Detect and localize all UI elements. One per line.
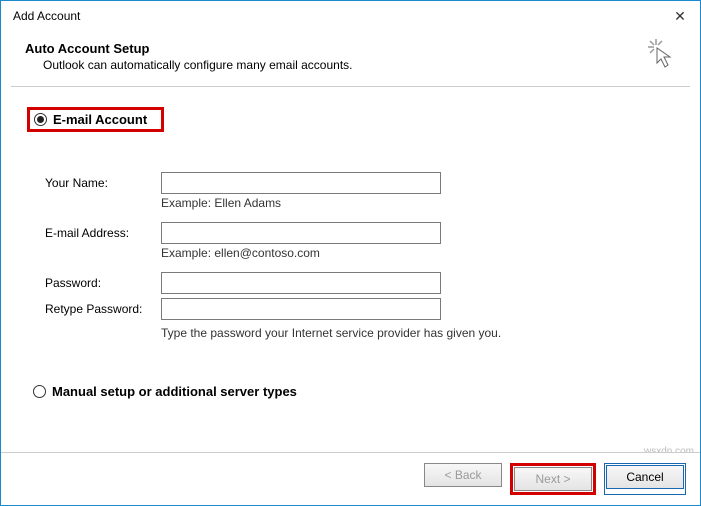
email-account-option[interactable]: E-mail Account	[27, 107, 164, 132]
email-account-label: E-mail Account	[53, 112, 147, 127]
manual-setup-label: Manual setup or additional server types	[52, 384, 297, 399]
wizard-body: E-mail Account Your Name: Example: Ellen…	[1, 87, 700, 413]
cursor-sparkle-icon	[646, 37, 678, 69]
email-label: E-mail Address:	[45, 226, 161, 240]
header-title: Auto Account Setup	[25, 41, 684, 56]
next-button[interactable]: Next >	[514, 467, 592, 491]
password-hint: Type the password your Internet service …	[161, 326, 672, 340]
password-label: Password:	[45, 276, 161, 290]
window-title: Add Account	[13, 9, 80, 23]
header-subtitle: Outlook can automatically configure many…	[25, 58, 684, 72]
email-input[interactable]	[161, 222, 441, 244]
next-button-highlight: Next >	[510, 463, 596, 495]
your-name-input[interactable]	[161, 172, 441, 194]
password-input[interactable]	[161, 272, 441, 294]
your-name-label: Your Name:	[45, 176, 161, 190]
titlebar: Add Account ✕	[1, 1, 700, 31]
wizard-footer: < Back Next > Cancel	[1, 452, 700, 505]
your-name-example: Example: Ellen Adams	[161, 196, 672, 210]
manual-setup-option[interactable]: Manual setup or additional server types	[33, 384, 672, 399]
email-example: Example: ellen@contoso.com	[161, 246, 672, 260]
radio-icon	[34, 113, 47, 126]
retype-password-label: Retype Password:	[45, 302, 161, 316]
radio-icon	[33, 385, 46, 398]
add-account-dialog: Add Account ✕ Auto Account Setup Outlook…	[0, 0, 701, 506]
wizard-header: Auto Account Setup Outlook can automatic…	[1, 31, 700, 78]
cancel-button[interactable]: Cancel	[606, 465, 684, 489]
back-button: < Back	[424, 463, 502, 487]
account-form: Your Name: Example: Ellen Adams E-mail A…	[45, 172, 672, 340]
cancel-button-focus: Cancel	[604, 463, 686, 495]
retype-password-input[interactable]	[161, 298, 441, 320]
close-icon[interactable]: ✕	[668, 7, 692, 25]
